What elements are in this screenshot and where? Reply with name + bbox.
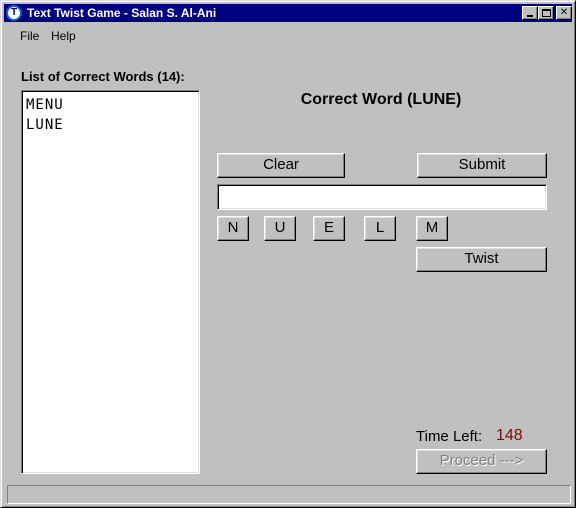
list-item[interactable]: MENU	[26, 95, 199, 115]
correct-words-list[interactable]: MENU LUNE	[21, 90, 200, 474]
status-bar	[7, 485, 571, 504]
minimize-button[interactable]	[522, 6, 538, 20]
menu-help[interactable]: Help	[51, 29, 76, 43]
app-icon[interactable]: T	[6, 5, 22, 21]
time-left-label: Time Left:	[416, 428, 483, 445]
letter-button[interactable]: L	[364, 216, 396, 241]
letter-button[interactable]: U	[264, 216, 296, 241]
time-left-value: 148	[496, 427, 523, 444]
close-icon: ✕	[559, 7, 569, 18]
app-window: T Text Twist Game - Salan S. Al-Ani ✕ Fi…	[0, 0, 576, 508]
clear-button[interactable]: Clear	[217, 153, 345, 178]
letter-button[interactable]: M	[416, 216, 448, 241]
twist-button[interactable]: Twist	[416, 247, 547, 272]
menu-bar: File Help	[4, 25, 572, 45]
proceed-button[interactable]: Proceed --->	[416, 449, 547, 474]
status-message: Correct Word (LUNE)	[300, 91, 462, 108]
word-list-label: List of Correct Words (14):	[21, 69, 185, 84]
maximize-button[interactable]	[538, 6, 554, 20]
window-title: Text Twist Game - Salan S. Al-Ani	[27, 6, 217, 20]
word-input[interactable]	[217, 184, 547, 210]
list-item[interactable]: LUNE	[26, 115, 199, 135]
submit-button[interactable]: Submit	[417, 153, 547, 178]
title-bar[interactable]: T Text Twist Game - Salan S. Al-Ani ✕	[4, 4, 572, 22]
minimize-icon	[527, 15, 533, 17]
maximize-icon	[542, 9, 551, 17]
menu-file[interactable]: File	[20, 29, 39, 43]
close-button[interactable]: ✕	[556, 6, 572, 20]
letter-button[interactable]: N	[217, 216, 249, 241]
letter-button[interactable]: E	[313, 216, 345, 241]
